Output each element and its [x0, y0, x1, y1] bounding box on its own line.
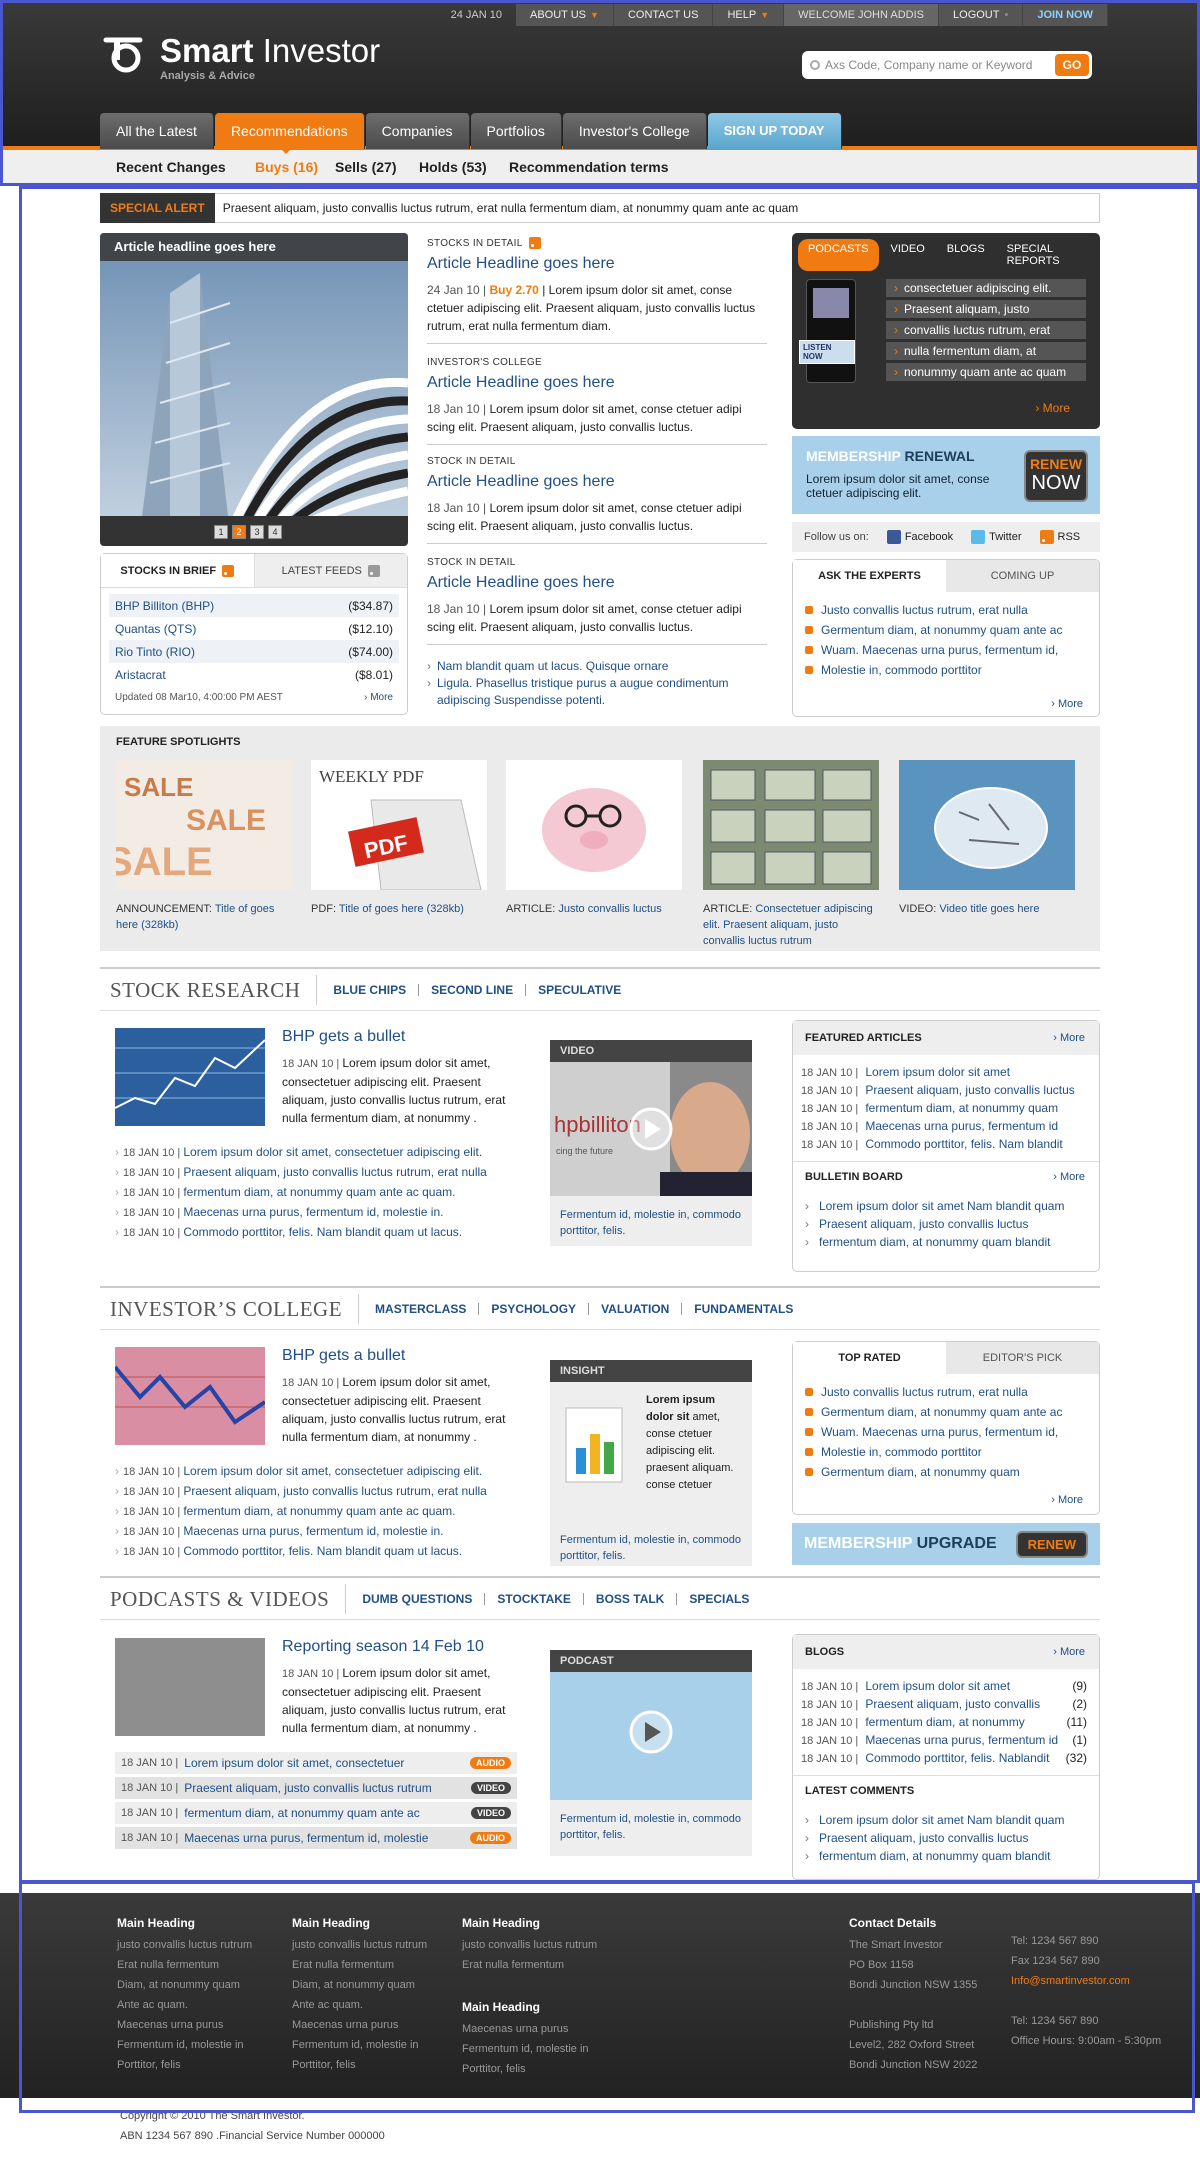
abn-text: ABN 1234 567 890 .Financial Service Numb… — [120, 2130, 385, 2142]
annotation-frame — [19, 186, 1200, 1883]
annotation-frame — [0, 0, 1200, 186]
annotation-frame — [19, 1881, 1195, 2113]
hero-caption: Article headline goes here — [100, 233, 408, 261]
